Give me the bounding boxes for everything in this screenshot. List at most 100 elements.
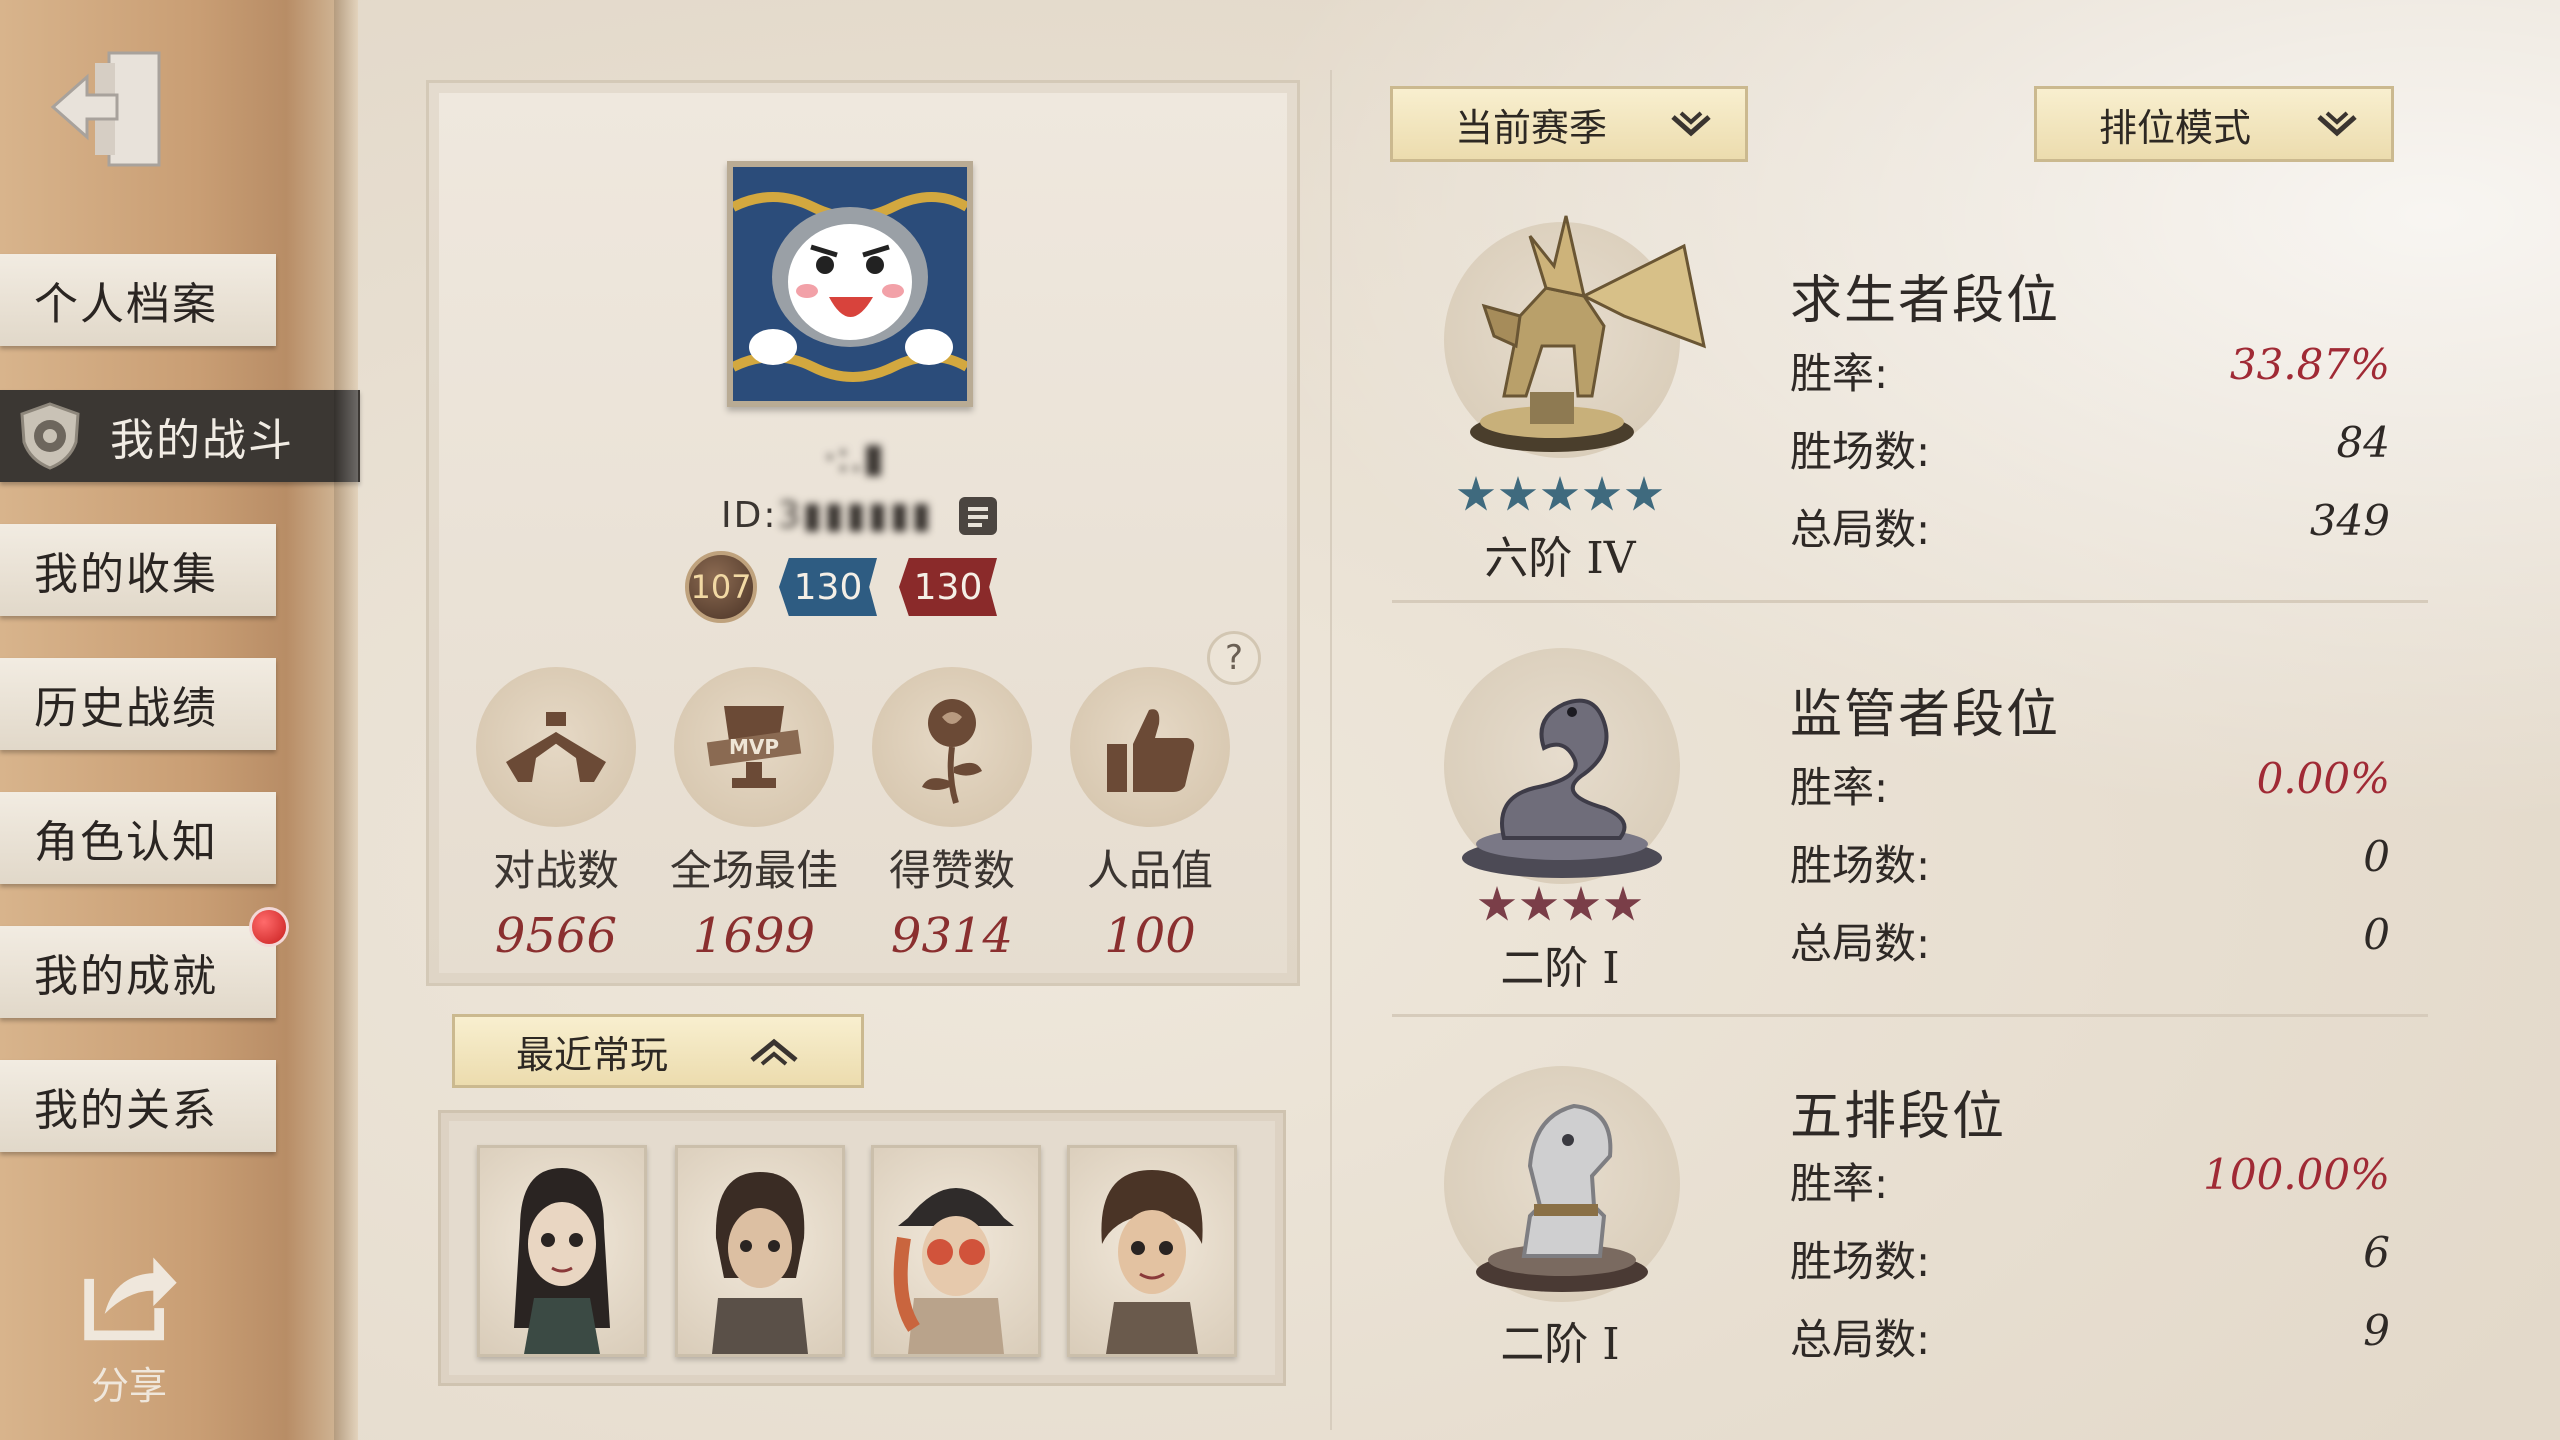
rank-tier: 二阶 I bbox=[1500, 943, 1620, 994]
exit-icon[interactable] bbox=[42, 40, 182, 180]
notification-dot bbox=[252, 910, 286, 944]
star-icon bbox=[1604, 886, 1642, 921]
sidebar-item-label: 历史战绩 bbox=[34, 683, 218, 734]
mvp-trophy-icon: MVP bbox=[674, 667, 834, 827]
star-icon bbox=[1520, 886, 1558, 921]
share-icon bbox=[84, 1257, 177, 1341]
season-dropdown[interactable]: 当前赛季 bbox=[1390, 86, 1748, 162]
win-rate-line: 胜率: 100.00% bbox=[1790, 1150, 2390, 1211]
star-icon bbox=[1562, 886, 1600, 921]
stat-value: 100 bbox=[1104, 908, 1196, 964]
win-rate-value: 100.00% bbox=[2203, 1150, 2390, 1199]
recent-character-portrait[interactable] bbox=[477, 1145, 647, 1357]
avatar[interactable] bbox=[727, 161, 973, 407]
survivor-badge[interactable]: 130 bbox=[779, 558, 877, 616]
recent-character-portrait[interactable] bbox=[1067, 1145, 1237, 1357]
wins-line: 胜场数: 6 bbox=[1790, 1228, 2390, 1289]
recent-character-portrait[interactable] bbox=[675, 1145, 845, 1357]
rank-stars bbox=[1390, 886, 1730, 924]
profile-card: ·:.▮ ID:3▮▮▮▮▮▮ 107 130 130 ? 对战数 9566 M… bbox=[426, 80, 1300, 986]
badges: 107 130 130 bbox=[685, 551, 997, 623]
mode-dropdown[interactable]: 排位模式 bbox=[2034, 86, 2394, 162]
sidebar-item-collection[interactable]: 我的收集 bbox=[0, 524, 276, 616]
total-line: 总局数: 349 bbox=[1790, 496, 2390, 557]
total-value: 349 bbox=[2309, 496, 2390, 545]
sidebar-item-history[interactable]: 历史战绩 bbox=[0, 658, 276, 750]
panel-divider bbox=[1330, 70, 1332, 1430]
win-rate-line: 胜率: 33.87% bbox=[1790, 340, 2390, 401]
total-line: 总局数: 9 bbox=[1790, 1306, 2390, 1367]
stat-battles: 对战数 9566 bbox=[473, 667, 639, 964]
rank-divider bbox=[1392, 600, 2428, 603]
rank-title: 五排段位 bbox=[1790, 1087, 2007, 1147]
share-label: 分享 bbox=[90, 1364, 167, 1408]
stat-value: 1699 bbox=[692, 908, 816, 964]
stats-row: 对战数 9566 MVP 全场最佳 1699 得赞数 9314 人品值 100 bbox=[473, 667, 1233, 964]
sidebar-item-label: 个人档案 bbox=[34, 279, 218, 330]
sidebar-item-achievements[interactable]: 我的成就 bbox=[0, 926, 276, 1018]
player-name: ·:.▮ bbox=[823, 435, 885, 481]
sidebar-item-profile[interactable]: 个人档案 bbox=[0, 254, 276, 346]
dual-pistols-icon bbox=[476, 667, 636, 827]
stat-label: 全场最佳 bbox=[670, 846, 839, 895]
chevron-down-icon bbox=[2317, 111, 2357, 137]
wins-value: 6 bbox=[2363, 1228, 2390, 1277]
chevron-down-icon bbox=[1671, 111, 1711, 137]
sidebar-item-label: 我的收集 bbox=[34, 549, 218, 600]
copy-id-icon[interactable] bbox=[959, 497, 997, 535]
knight-chess-icon[interactable] bbox=[1444, 1066, 1680, 1302]
chevron-up-icon bbox=[750, 1038, 798, 1066]
sidebar: 个人档案 我的战斗 我的收集 历史战绩 角色认知 我的成就 我的关系 分享 bbox=[0, 0, 360, 1440]
stat-likes: 得赞数 9314 bbox=[869, 667, 1035, 964]
rank-divider bbox=[1392, 1014, 2428, 1017]
star-icon bbox=[1541, 476, 1579, 511]
wins-value: 0 bbox=[2363, 832, 2390, 881]
recent-played-toggle[interactable]: 最近常玩 bbox=[452, 1014, 864, 1088]
svg-text:MVP: MVP bbox=[729, 735, 779, 759]
hunter-rank-row: 二阶 I 监管者段位 胜率: 0.00% 胜场数: 0 总局数: 0 bbox=[1390, 622, 2430, 1002]
total-line: 总局数: 0 bbox=[1790, 910, 2390, 971]
stat-value: 9314 bbox=[890, 908, 1014, 964]
wins-line: 胜场数: 0 bbox=[1790, 832, 2390, 893]
stat-label: 人品值 bbox=[1086, 846, 1213, 895]
sidebar-item-relationships[interactable]: 我的关系 bbox=[0, 1060, 276, 1152]
stat-label: 得赞数 bbox=[888, 846, 1015, 895]
stat-label: 对战数 bbox=[492, 846, 619, 895]
win-rate-value: 33.87% bbox=[2229, 340, 2390, 389]
win-rate-value: 0.00% bbox=[2256, 754, 2390, 803]
star-icon bbox=[1457, 476, 1495, 511]
star-icon bbox=[1583, 476, 1621, 511]
recent-character-portrait[interactable] bbox=[871, 1145, 1041, 1357]
stat-value: 9566 bbox=[494, 908, 618, 964]
serpent-icon[interactable] bbox=[1444, 648, 1680, 884]
rank-tier: 六阶 IV bbox=[1484, 533, 1636, 584]
sidebar-item-label: 我的成就 bbox=[34, 951, 218, 1002]
season-dropdown-label: 当前赛季 bbox=[1455, 105, 1608, 150]
share-button[interactable]: 分享 bbox=[64, 1240, 194, 1410]
rank-stars bbox=[1390, 476, 1730, 514]
sidebar-item-my-battles[interactable]: 我的战斗 bbox=[0, 390, 360, 482]
hunter-badge[interactable]: 130 bbox=[899, 558, 997, 616]
level-badge[interactable]: 107 bbox=[685, 551, 757, 623]
sidebar-item-label: 我的关系 bbox=[34, 1085, 218, 1136]
five-stack-rank-row: 二阶 I 五排段位 胜率: 100.00% 胜场数: 6 总局数: 9 bbox=[1390, 1040, 2430, 1420]
pegasus-icon[interactable] bbox=[1444, 215, 1707, 458]
star-icon bbox=[1499, 476, 1537, 511]
recent-played-label: 最近常玩 bbox=[515, 1032, 668, 1077]
star-icon bbox=[1625, 476, 1663, 511]
stat-reputation: 人品值 100 bbox=[1067, 667, 1233, 964]
survivor-rank-row: 六阶 IV 求生者段位 胜率: 33.87% 胜场数: 84 总局数: 349 bbox=[1390, 196, 2430, 584]
player-id: ID:3▮▮▮▮▮▮ bbox=[721, 495, 934, 536]
sidebar-item-character-cognition[interactable]: 角色认知 bbox=[0, 792, 276, 884]
total-value: 0 bbox=[2363, 910, 2390, 959]
shield-icon bbox=[20, 402, 80, 470]
wins-value: 84 bbox=[2336, 418, 2390, 467]
total-value: 9 bbox=[2363, 1306, 2390, 1355]
wins-line: 胜场数: 84 bbox=[1790, 418, 2390, 479]
rank-tier: 二阶 I bbox=[1500, 1319, 1620, 1370]
sidebar-item-label: 角色认知 bbox=[34, 817, 218, 868]
star-icon bbox=[1478, 886, 1516, 921]
rose-icon bbox=[872, 667, 1032, 827]
rank-title: 监管者段位 bbox=[1790, 685, 2061, 745]
mode-dropdown-label: 排位模式 bbox=[2099, 105, 2252, 150]
